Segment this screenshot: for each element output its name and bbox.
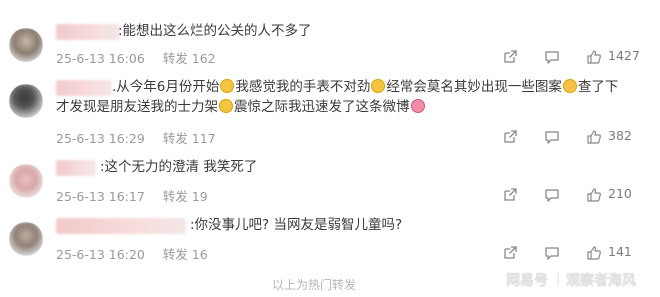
- avatar[interactable]: [9, 222, 43, 256]
- comment-meta: 25-6-13 16:17 转发 19: [56, 186, 208, 205]
- repost-count[interactable]: 转发 162: [163, 48, 216, 67]
- watermark-brand: 网易号: [506, 273, 548, 289]
- emoji-icon: [562, 79, 577, 93]
- comment-actions: 1427: [490, 47, 660, 67]
- comment-text: 才发现是朋友送我的士力架 震惊之际我迅速发了这条微博: [56, 96, 426, 118]
- like-icon[interactable]: [586, 245, 602, 261]
- comment-timestamp: 25-6-13 16:20: [56, 247, 145, 262]
- footer-hot-reposts-text[interactable]: 以上为热门转发: [272, 276, 356, 293]
- like-count: 1427: [608, 48, 640, 63]
- emoji-icon: [410, 99, 425, 113]
- comment-text: :能想出这么烂的公关的人不多了: [118, 23, 312, 39]
- username-blurred[interactable]: [56, 160, 96, 176]
- watermark-separator: |: [556, 271, 561, 286]
- username-blurred[interactable]: [56, 24, 120, 40]
- like-icon[interactable]: [586, 49, 602, 65]
- like-icon[interactable]: [586, 187, 602, 203]
- comment-timestamp: 25-6-13 16:29: [56, 131, 145, 146]
- repost-count[interactable]: 转发 16: [163, 244, 208, 263]
- comment-timestamp: 25-6-13 16:17: [56, 189, 145, 204]
- comment-timestamp: 25-6-13 16:06: [56, 51, 145, 66]
- comment-icon[interactable]: [544, 129, 560, 145]
- like-icon[interactable]: [586, 129, 602, 145]
- comment-icon[interactable]: [544, 187, 560, 203]
- comment-text-part: 震惊之际我迅速发了这条微博: [234, 99, 410, 115]
- emoji-icon: [219, 99, 233, 113]
- comment-meta: 25-6-13 16:29 转发 117: [56, 128, 216, 147]
- like-count: 210: [608, 186, 632, 201]
- username-blurred[interactable]: [56, 218, 186, 234]
- username-blurred[interactable]: [56, 80, 112, 96]
- comment-actions: 141: [490, 243, 660, 263]
- like-count: 141: [608, 244, 632, 259]
- comment-text-part: 我感觉我的手表不对劲: [235, 79, 371, 95]
- comment-text-part: .从今年6月份开始: [112, 79, 220, 95]
- repost-count[interactable]: 转发 117: [163, 128, 216, 147]
- share-icon[interactable]: [502, 245, 518, 261]
- share-icon[interactable]: [502, 49, 518, 65]
- repost-count[interactable]: 转发 19: [163, 186, 208, 205]
- comment-icon[interactable]: [544, 49, 560, 65]
- comment-text: .从今年6月份开始 我感觉我的手表不对劲 经常会莫名其妙出现一些图案 查了下: [112, 76, 618, 98]
- avatar[interactable]: [9, 84, 43, 118]
- share-icon[interactable]: [502, 129, 518, 145]
- avatar[interactable]: [9, 164, 43, 198]
- comment-text-part: 经常会莫名其妙出现一些图案: [386, 79, 562, 95]
- comment-meta: 25-6-13 16:06 转发 162: [56, 48, 216, 67]
- comment-text-part: 才发现是朋友送我的士力架: [56, 99, 218, 115]
- avatar[interactable]: [9, 28, 43, 62]
- comment-text-part: 查了下: [577, 79, 619, 95]
- comment-icon[interactable]: [544, 245, 560, 261]
- emoji-icon: [220, 79, 235, 93]
- comment-meta: 25-6-13 16:20 转发 16: [56, 244, 208, 263]
- share-icon[interactable]: [502, 187, 518, 203]
- emoji-icon: [371, 79, 386, 93]
- comment-text: :这个无力的澄清 我笑死了: [100, 159, 258, 175]
- watermark-author: 观察者海风: [566, 273, 636, 289]
- like-count: 382: [608, 128, 632, 143]
- comment-actions: 382: [490, 127, 660, 147]
- comment-text: :你没事儿吧? 当网友是弱智儿童吗?: [190, 217, 403, 233]
- comment-actions: 210: [490, 185, 660, 205]
